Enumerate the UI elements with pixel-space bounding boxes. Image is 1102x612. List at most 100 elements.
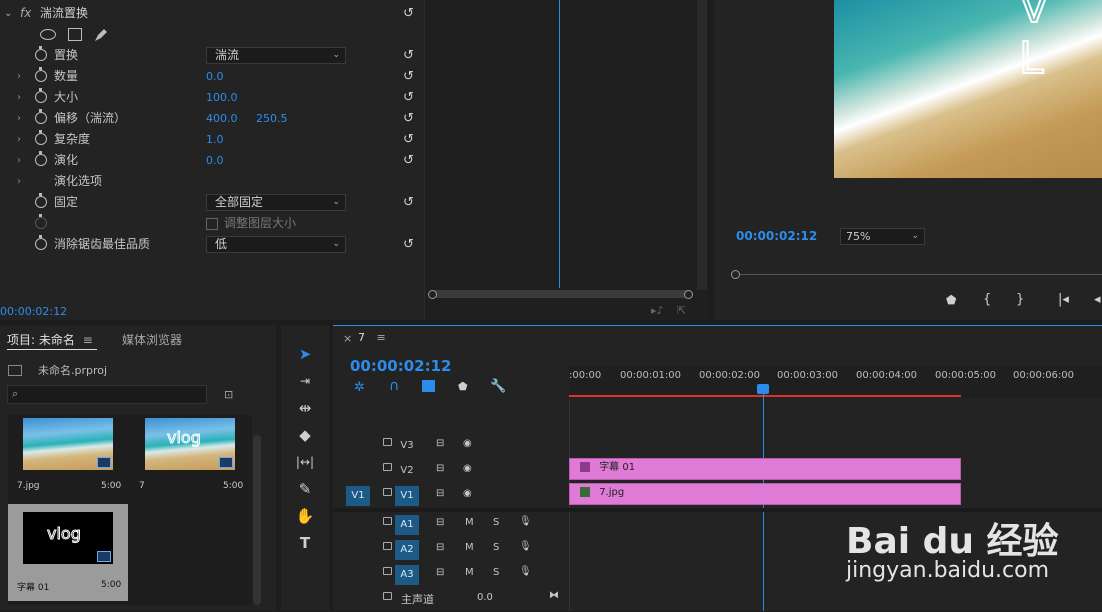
amount-value[interactable]: 0.0: [206, 66, 224, 87]
ellipse-mask-icon[interactable]: [40, 29, 56, 40]
mute-button[interactable]: M: [465, 517, 474, 528]
step-back-icon[interactable]: ◂: [1094, 292, 1101, 307]
close-tab-icon[interactable]: ×: [343, 332, 352, 345]
scrubber-handle[interactable]: [731, 270, 740, 279]
lock-icon[interactable]: [383, 592, 392, 600]
effect-controls-timecode[interactable]: 00:00:02:12: [0, 305, 67, 318]
project-item-title-01[interactable]: vlog 字幕 01 5:00: [8, 504, 128, 601]
pen-tool-icon[interactable]: ✎: [293, 478, 317, 500]
reset-icon[interactable]: ↺: [403, 66, 414, 87]
reset-icon[interactable]: ↺: [403, 192, 414, 213]
solo-button[interactable]: S: [493, 517, 499, 528]
eye-icon[interactable]: ◉: [463, 488, 472, 499]
rectangle-mask-icon[interactable]: [68, 28, 82, 41]
go-to-end-icon[interactable]: ⧓: [549, 590, 559, 601]
snap-magnet-icon[interactable]: ∩: [389, 378, 399, 394]
lock-icon[interactable]: [383, 542, 392, 550]
hand-tool-icon[interactable]: ✋: [293, 505, 317, 527]
size-value[interactable]: 100.0: [206, 87, 238, 108]
reset-icon[interactable]: ↺: [403, 129, 414, 150]
sync-lock-icon[interactable]: ⊟: [436, 567, 444, 578]
export-icon[interactable]: ⇱: [677, 304, 686, 317]
mark-out-icon[interactable]: }: [1016, 292, 1024, 307]
mark-in-icon[interactable]: {: [983, 292, 991, 307]
selection-tool-icon[interactable]: ➤: [293, 343, 317, 365]
lock-icon[interactable]: [383, 463, 392, 471]
lock-icon[interactable]: [383, 567, 392, 575]
mute-button[interactable]: M: [465, 542, 474, 553]
eye-icon[interactable]: ◉: [463, 438, 472, 449]
offset-y-value[interactable]: 250.5: [256, 108, 288, 129]
add-marker-icon[interactable]: ⬟: [946, 293, 956, 307]
linked-selection-icon[interactable]: [422, 380, 435, 392]
add-marker-icon[interactable]: ⬟: [458, 380, 468, 393]
evolution-value[interactable]: 0.0: [206, 150, 224, 171]
expand-chevron-icon[interactable]: ›: [17, 150, 21, 171]
stopwatch-icon[interactable]: [35, 130, 47, 145]
collapse-chevron-icon[interactable]: ⌄: [4, 3, 12, 24]
reset-icon[interactable]: ↺: [403, 45, 414, 66]
scroll-handle-right[interactable]: [684, 290, 693, 299]
wrench-icon[interactable]: 🔧: [490, 379, 506, 394]
nest-icon[interactable]: ✲: [354, 380, 365, 395]
effect-header[interactable]: ⌄ fx 湍流置换 ↺: [0, 3, 424, 24]
stopwatch-icon[interactable]: [35, 46, 47, 61]
play-clip-icon[interactable]: ▸♪: [651, 304, 664, 317]
lock-icon[interactable]: [383, 438, 392, 446]
tab-project[interactable]: 项目: 未命名 ≡: [7, 331, 93, 348]
solo-button[interactable]: S: [493, 542, 499, 553]
track-name[interactable]: V2: [395, 461, 419, 481]
horizontal-scrollbar[interactable]: [432, 290, 690, 298]
zoom-dropdown[interactable]: 75% ⌄: [840, 228, 925, 245]
playhead-handle[interactable]: [757, 384, 769, 394]
eye-icon[interactable]: ◉: [463, 463, 472, 474]
stopwatch-icon[interactable]: [35, 88, 47, 103]
stopwatch-icon[interactable]: [35, 235, 47, 250]
antialiasing-dropdown[interactable]: 低 ⌄: [206, 236, 346, 253]
program-timecode[interactable]: 00:00:02:12: [736, 229, 817, 243]
vertical-scrollbar[interactable]: [253, 435, 261, 605]
source-patch-v1[interactable]: V1: [346, 486, 370, 506]
slip-tool-icon[interactable]: |↔|: [293, 451, 317, 473]
type-tool-icon[interactable]: T: [293, 532, 317, 554]
sync-lock-icon[interactable]: ⊟: [436, 517, 444, 528]
reset-icon[interactable]: ↺: [403, 3, 414, 24]
pinning-dropdown[interactable]: 全部固定 ⌄: [206, 194, 346, 211]
lock-icon[interactable]: [383, 488, 392, 496]
microphone-icon[interactable]: 🎙: [519, 566, 532, 577]
mute-button[interactable]: M: [465, 567, 474, 578]
reset-icon[interactable]: ↺: [403, 108, 414, 129]
expand-chevron-icon[interactable]: ›: [17, 171, 21, 192]
vertical-scrollbar[interactable]: [697, 0, 707, 290]
sync-lock-icon[interactable]: ⊟: [436, 463, 444, 474]
clip-7jpg[interactable]: 7.jpg: [569, 483, 961, 505]
scroll-handle-left[interactable]: [428, 290, 437, 299]
search-input[interactable]: ⌕: [7, 385, 207, 404]
master-volume-value[interactable]: 0.0: [477, 592, 493, 603]
expand-chevron-icon[interactable]: ›: [17, 129, 21, 150]
solo-button[interactable]: S: [493, 567, 499, 578]
stopwatch-icon[interactable]: [35, 151, 47, 166]
track-name[interactable]: V1: [395, 486, 419, 506]
lock-icon[interactable]: [383, 517, 392, 525]
timeline-timecode[interactable]: 00:00:02:12: [350, 357, 452, 375]
displacement-dropdown[interactable]: 湍流 ⌄: [206, 47, 346, 64]
ripple-edit-tool-icon[interactable]: ⇹: [293, 397, 317, 419]
panel-menu-icon[interactable]: ≡: [83, 333, 93, 347]
razor-tool-icon[interactable]: ◆: [293, 424, 317, 446]
reset-icon[interactable]: ↺: [403, 150, 414, 171]
complexity-value[interactable]: 1.0: [206, 129, 224, 150]
new-bin-search-icon[interactable]: ⊡: [224, 388, 233, 401]
go-to-in-icon[interactable]: |◂: [1058, 292, 1069, 307]
sync-lock-icon[interactable]: ⊟: [436, 542, 444, 553]
program-scrubber[interactable]: [734, 274, 1102, 275]
track-name[interactable]: A2: [395, 540, 419, 560]
reset-icon[interactable]: ↺: [403, 234, 414, 255]
offset-x-value[interactable]: 400.0: [206, 108, 238, 129]
microphone-icon[interactable]: 🎙: [519, 541, 532, 552]
project-item-7jpg[interactable]: 7.jpg 5:00: [8, 415, 128, 495]
expand-chevron-icon[interactable]: ›: [17, 66, 21, 87]
track-name[interactable]: A1: [395, 515, 419, 535]
stopwatch-icon[interactable]: [35, 193, 47, 208]
reset-icon[interactable]: ↺: [403, 87, 414, 108]
